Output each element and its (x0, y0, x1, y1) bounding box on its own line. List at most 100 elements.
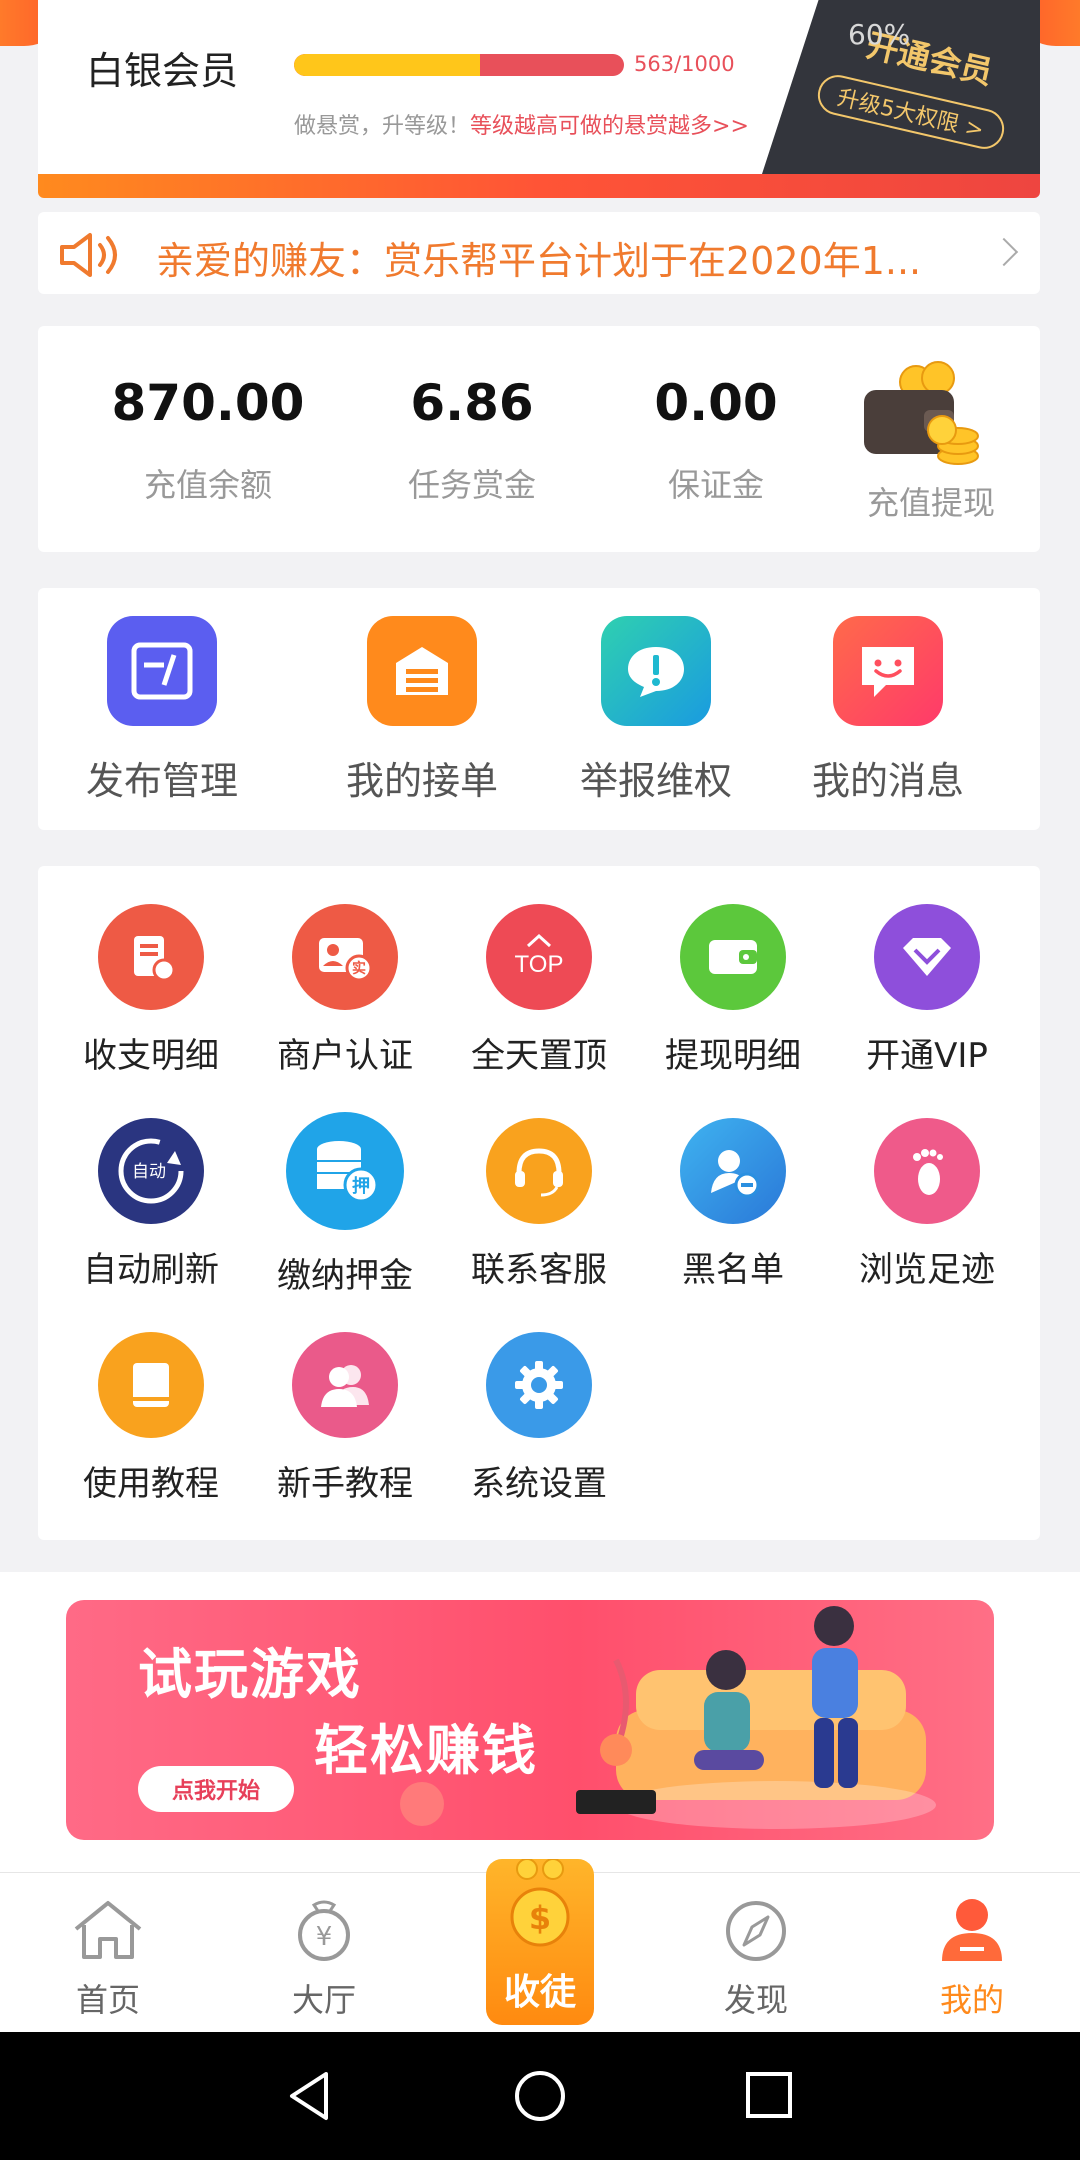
tool-label: 浏览足迹 (859, 1250, 995, 1290)
auto-badge-text: 自动 (132, 1162, 166, 1182)
tool-label: 开通VIP (866, 1036, 988, 1076)
tool-settings[interactable]: 系统设置 (444, 1332, 634, 1505)
tab-home[interactable]: 首页 (28, 1897, 188, 2021)
balance-value: 6.86 (410, 374, 534, 432)
home-icon (74, 1901, 142, 1959)
blacklist-icon (680, 1118, 786, 1224)
balance-recharge[interactable]: 870.00 充值余额 (98, 374, 318, 506)
report-icon (601, 616, 711, 726)
tool-label: 使用教程 (83, 1464, 219, 1504)
tab-label: 首页 (75, 1981, 140, 2019)
banner-title-1: 试玩游戏 (138, 1643, 362, 1706)
level-progress-fill (294, 54, 480, 76)
tool-label: 提现明细 (665, 1036, 801, 1076)
quick-publish[interactable]: 发布管理 (62, 616, 262, 805)
level-tip-link[interactable]: 等级越高可做的悬赏越多>> (470, 114, 749, 139)
balance-deposit[interactable]: 0.00 保证金 (606, 374, 826, 506)
banner-title-2: 轻松赚钱 (314, 1719, 538, 1782)
quick-label: 我的消息 (811, 759, 964, 803)
tool-label: 新手教程 (277, 1464, 413, 1504)
tool-label: 商户认证 (277, 1036, 413, 1076)
vip-diamond-icon (874, 904, 980, 1010)
tool-footprint[interactable]: 浏览足迹 (832, 1118, 1022, 1291)
tab-label: 发现 (723, 1981, 788, 2019)
quick-label: 发布管理 (85, 759, 238, 803)
ledger-icon (98, 904, 204, 1010)
balance-reward[interactable]: 6.86 任务赏金 (362, 374, 582, 506)
balance-label: 充值余额 (143, 466, 272, 504)
tutorial-book-icon (98, 1332, 204, 1438)
member-card-strip (38, 174, 1040, 198)
back-icon[interactable] (284, 2068, 334, 2124)
deposit-badge-text: 押 (352, 1175, 370, 1197)
recents-icon[interactable] (744, 2070, 794, 2120)
compass-icon (726, 1901, 786, 1961)
tab-label: 大厅 (291, 1981, 356, 2019)
top-badge-text: TOP (515, 951, 564, 978)
level-tip[interactable]: 做悬赏，升等级！等级越高可做的悬赏越多>> (294, 108, 749, 140)
tool-ledger[interactable]: 收支明细 (56, 904, 246, 1077)
balance-label: 任务赏金 (407, 466, 536, 504)
quick-report[interactable]: 举报维权 (556, 616, 756, 805)
tools-grid: 收支明细 实 商户认证 TOP 全天置顶 提现明细 开通VIP 自动 自动刷新 … (38, 866, 1040, 1540)
banner-section: 试玩游戏 轻松赚钱 点我开始 (0, 1572, 1080, 1872)
tool-support[interactable]: 联系客服 (444, 1118, 634, 1291)
auto-refresh-icon: 自动 (98, 1118, 204, 1224)
headset-icon (486, 1118, 592, 1224)
wallet-label[interactable]: 充值提现 (831, 478, 1031, 524)
level-progress-bar (294, 54, 624, 76)
gamers-illustration (576, 1606, 936, 1829)
quick-label: 我的接单 (345, 759, 498, 803)
tool-label: 自动刷新 (83, 1250, 219, 1290)
bottom-tab-bar: 首页 ¥ 大厅 $ 收徒 发现 我的 (0, 1858, 1080, 2032)
quick-label: 举报维权 (579, 759, 732, 803)
tool-label: 缴纳押金 (277, 1256, 413, 1296)
quick-orders[interactable]: 我的接单 (322, 616, 522, 805)
tab-recruit[interactable]: $ 收徒 (486, 1858, 594, 2025)
message-icon (833, 616, 943, 726)
notice-bar[interactable]: 亲爱的赚友：赏乐帮平台计划于在2020年1... (38, 212, 1040, 294)
promo-banner[interactable]: 试玩游戏 轻松赚钱 点我开始 (66, 1600, 994, 1840)
level-tip-text: 做悬赏，升等级！ (294, 114, 471, 139)
svg-text:¥: ¥ (316, 1922, 333, 1952)
profile-icon (942, 1899, 1002, 1961)
gear-icon (486, 1332, 592, 1438)
hall-icon: ¥ (298, 1900, 350, 1961)
deposit-icon: 押 (286, 1112, 404, 1230)
system-nav-bar (0, 2032, 1080, 2160)
footprint-icon (874, 1118, 980, 1224)
tab-mine[interactable]: 我的 (892, 1897, 1052, 2021)
tab-hall[interactable]: ¥ 大厅 (244, 1897, 404, 2021)
home-circle-icon[interactable] (512, 2068, 568, 2124)
merchant-id-icon: 实 (292, 904, 398, 1010)
tool-top[interactable]: TOP 全天置顶 (444, 904, 634, 1077)
quick-messages[interactable]: 我的消息 (788, 616, 988, 805)
balance-label: 保证金 (667, 466, 764, 504)
tool-label: 全天置顶 (471, 1036, 607, 1076)
tool-withdraw-detail[interactable]: 提现明细 (638, 904, 828, 1077)
newbie-guide-icon (292, 1332, 398, 1438)
tool-label: 收支明细 (83, 1036, 219, 1076)
banner-decor-ball (400, 1782, 444, 1826)
orders-icon (367, 616, 477, 726)
tool-auto-refresh[interactable]: 自动 自动刷新 (56, 1118, 246, 1291)
quick-actions: 发布管理 我的接单 举报维权 我的消息 (38, 588, 1040, 830)
tool-tutorial[interactable]: 使用教程 (56, 1332, 246, 1505)
tool-deposit[interactable]: 押 缴纳押金 (250, 1112, 440, 1297)
tool-merchant[interactable]: 实 商户认证 (250, 904, 440, 1077)
balance-card: 870.00 充值余额 6.86 任务赏金 0.00 保证金 充值提现 (38, 326, 1040, 552)
tool-vip[interactable]: 开通VIP (832, 904, 1022, 1077)
tool-newbie-guide[interactable]: 新手教程 (250, 1332, 440, 1505)
top-icon: TOP (486, 904, 592, 1010)
svg-text:$: $ (529, 1899, 551, 1937)
banner-start-button[interactable]: 点我开始 (138, 1766, 294, 1812)
wallet-icon (680, 904, 786, 1010)
tool-label: 黑名单 (682, 1250, 784, 1290)
status-battery-text: 60% (848, 18, 911, 51)
publish-icon (107, 616, 217, 726)
tool-blacklist[interactable]: 黑名单 (638, 1118, 828, 1291)
notice-text: 亲爱的赚友：赏乐帮平台计划于在2020年1... (156, 239, 922, 283)
tab-discover[interactable]: 发现 (676, 1897, 836, 2021)
speaker-icon (56, 230, 126, 284)
wallet-coins-icon[interactable] (854, 360, 984, 474)
